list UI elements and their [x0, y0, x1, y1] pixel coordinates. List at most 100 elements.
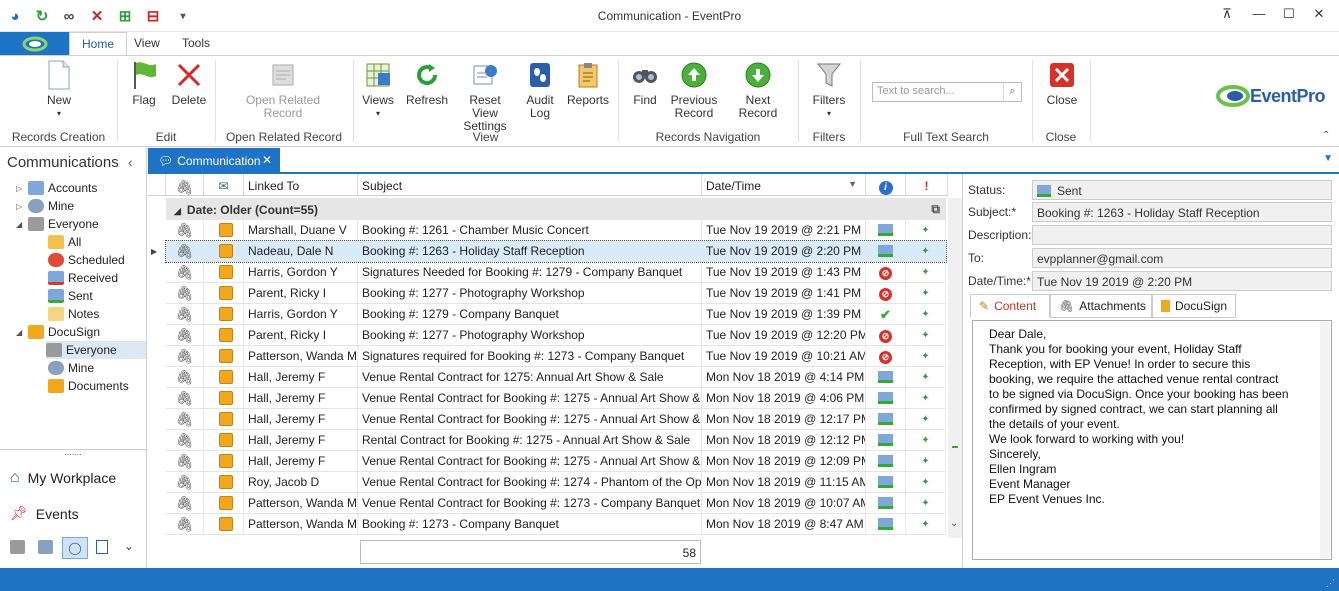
- table-row[interactable]: 🖇︎ Patterson, Wanda M Booking #: 1273 - Co…: [166, 514, 946, 535]
- contacts-nav-icon[interactable]: [38, 540, 53, 554]
- tree-item-mine[interactable]: ▷ Mine: [16, 197, 74, 215]
- nav-my-workplace[interactable]: ⌂ My Workplace: [10, 469, 116, 487]
- type-column-header[interactable]: ✉︎: [204, 174, 244, 196]
- table-row[interactable]: 🖇︎ Harris, Gordon Y Signatures Needed for …: [166, 262, 946, 283]
- table-row[interactable]: 🖇︎ Hall, Jeremy F Venue Rental Contract fo…: [166, 367, 946, 388]
- find-button[interactable]: Find: [627, 60, 663, 107]
- application-menu-button[interactable]: [0, 32, 69, 55]
- status-field[interactable]: Sent: [1032, 180, 1332, 200]
- new-button[interactable]: New ▾: [36, 60, 82, 120]
- attachment-cell[interactable]: 🖇︎: [166, 388, 204, 409]
- tree-item-scheduled[interactable]: Scheduled: [48, 251, 125, 269]
- datetime-field[interactable]: Tue Nov 19 2019 @ 2:20 PM: [1032, 271, 1332, 291]
- previous-record-button[interactable]: Previous Record: [668, 60, 720, 120]
- collapse-group-icon[interactable]: ◢: [174, 206, 181, 216]
- binoculars-icon[interactable]: ∞: [60, 7, 78, 25]
- attachment-cell[interactable]: 🖇︎: [166, 430, 204, 451]
- communications-nav-icon[interactable]: ◯: [62, 537, 88, 559]
- refresh-button[interactable]: Refresh: [405, 60, 449, 107]
- tab-content[interactable]: ✎ Content: [970, 294, 1050, 318]
- tree-item-everyone[interactable]: ◢ Everyone: [16, 215, 99, 233]
- attachment-column-header[interactable]: 🖇︎: [166, 174, 204, 196]
- collapse-nav-icon[interactable]: ‹: [128, 154, 133, 170]
- table-row[interactable]: 🖇︎ Parent, Ricky I Booking #: 1277 - Photo…: [166, 325, 946, 346]
- table-row[interactable]: 🖇︎ Hall, Jeremy F Venue Rental Contract fo…: [166, 409, 946, 430]
- nav-events[interactable]: 📌︎ Events: [10, 505, 79, 522]
- table-row[interactable]: 🖇︎ Patterson, Wanda M Venue Rental Contrac…: [166, 493, 946, 514]
- tree-item-notes[interactable]: Notes: [48, 305, 99, 323]
- customize-toolbar-icon[interactable]: ▾: [174, 7, 192, 25]
- table-row[interactable]: 🖇︎ Harris, Gordon Y Booking #: 1279 - Comp…: [166, 304, 946, 325]
- search-icon[interactable]: ⌕: [1003, 83, 1021, 101]
- filters-button[interactable]: Filters ▾: [808, 60, 850, 120]
- tree-item-docusign-everyone[interactable]: Everyone: [46, 341, 146, 359]
- table-row[interactable]: 🖇︎ Hall, Jeremy F Rental Contract for Book…: [166, 430, 946, 451]
- subject-field[interactable]: Booking #: 1263 - Holiday Staff Receptio…: [1032, 202, 1332, 222]
- linked-to-column-header[interactable]: Linked To: [244, 174, 358, 196]
- group-options-icon[interactable]: ⧉: [931, 202, 940, 217]
- collapse-arrow-icon[interactable]: ◢: [16, 328, 28, 337]
- new-record-icon[interactable]: ⊞: [116, 7, 134, 25]
- audit-log-button[interactable]: Audit Log: [520, 60, 560, 120]
- table-row[interactable]: 🖇︎ Hall, Jeremy F Venue Rental Contract fo…: [166, 451, 946, 472]
- attachment-cell[interactable]: 🖇︎: [166, 367, 204, 388]
- tree-item-docusign-mine[interactable]: Mine: [48, 359, 94, 377]
- maximize-button[interactable]: ☐: [1278, 6, 1300, 26]
- close-window-button[interactable]: ✕: [1308, 6, 1330, 26]
- attachment-cell[interactable]: 🖇︎: [166, 346, 204, 367]
- table-row[interactable]: 🖇︎ Marshall, Duane V Booking #: 1261 - Cha…: [166, 220, 946, 241]
- attachment-cell[interactable]: 🖇︎: [166, 472, 204, 493]
- tree-item-all[interactable]: All: [48, 233, 81, 251]
- tree-item-received[interactable]: Received: [48, 269, 118, 287]
- attachment-cell[interactable]: 🖇︎: [166, 409, 204, 430]
- nav-splitter[interactable]: .......: [0, 448, 146, 457]
- reset-view-settings-button[interactable]: Reset View Settings: [455, 60, 515, 133]
- collapse-arrow-icon[interactable]: ◢: [16, 220, 28, 229]
- subject-column-header[interactable]: Subject: [358, 174, 702, 196]
- reports-button[interactable]: Reports: [567, 60, 609, 107]
- expand-arrow-icon[interactable]: ▷: [16, 202, 28, 211]
- attachment-cell[interactable]: 🖇︎: [166, 493, 204, 514]
- delete-button[interactable]: Delete: [168, 60, 210, 107]
- table-row[interactable]: 🖇︎ Parent, Ricky I Booking #: 1277 - Photo…: [166, 283, 946, 304]
- attachment-cell[interactable]: 🖇︎: [166, 220, 204, 241]
- app-icon[interactable]: ◕: [6, 7, 24, 25]
- description-field[interactable]: [1032, 225, 1332, 245]
- expand-arrow-icon[interactable]: ▷: [16, 184, 28, 193]
- delete-icon[interactable]: ✕: [88, 7, 106, 25]
- collapse-ribbon-icon[interactable]: ⌃: [1322, 130, 1330, 141]
- table-row[interactable]: 🖇︎ Nadeau, Dale N Booking #: 1263 - Holida…: [165, 240, 947, 263]
- views-button[interactable]: Views ▾: [359, 60, 397, 120]
- minimize-button[interactable]: —: [1248, 6, 1270, 26]
- tab-attachments[interactable]: 🖇︎ Attachments: [1050, 294, 1152, 318]
- accounts-nav-icon[interactable]: [10, 540, 25, 554]
- full-text-search-input[interactable]: Text to search... ⌕: [872, 82, 1022, 102]
- vertical-scrollbar[interactable]: ⌄: [948, 198, 962, 538]
- resize-grip-icon[interactable]: ⋰: [1326, 578, 1335, 589]
- tab-home[interactable]: Home: [69, 32, 128, 56]
- tree-item-documents[interactable]: Documents: [48, 377, 129, 395]
- info-column-header[interactable]: i: [866, 174, 906, 196]
- table-row[interactable]: 🖇︎ Patterson, Wanda M Signatures required …: [166, 346, 946, 367]
- table-row[interactable]: 🖇︎ Hall, Jeremy F Venue Rental Contract fo…: [166, 388, 946, 409]
- attachment-cell[interactable]: 🖇︎: [166, 514, 204, 535]
- tree-item-accounts[interactable]: ▷ Accounts: [16, 179, 97, 197]
- next-record-button[interactable]: Next Record: [725, 60, 791, 120]
- close-button[interactable]: Close: [1044, 60, 1080, 107]
- close-tab-icon[interactable]: ✕: [262, 153, 272, 167]
- more-nav-icon[interactable]: ⌄: [124, 539, 134, 553]
- table-row[interactable]: 🖇︎ Roy, Jacob D Venue Rental Contract for …: [166, 472, 946, 493]
- tab-tools[interactable]: Tools: [170, 32, 222, 55]
- datetime-column-header[interactable]: Date/Time ▼: [702, 174, 866, 196]
- open-related-record-button[interactable]: Open Related Record: [240, 60, 326, 120]
- attachment-cell[interactable]: 🖇︎: [166, 451, 204, 472]
- tab-view[interactable]: View: [122, 32, 172, 55]
- documents-nav-icon[interactable]: [96, 540, 108, 554]
- attachment-cell[interactable]: 🖇︎: [166, 262, 204, 283]
- attachment-cell[interactable]: 🖇︎: [166, 283, 204, 304]
- attachment-cell[interactable]: 🖇︎: [166, 241, 204, 262]
- remove-record-icon[interactable]: ⊟: [144, 7, 162, 25]
- group-row[interactable]: ◢ Date: Older (Count=55) ⧉: [166, 198, 946, 220]
- flag-button[interactable]: Flag: [124, 60, 164, 107]
- restore-ribbon-icon[interactable]: ⊼: [1216, 6, 1238, 26]
